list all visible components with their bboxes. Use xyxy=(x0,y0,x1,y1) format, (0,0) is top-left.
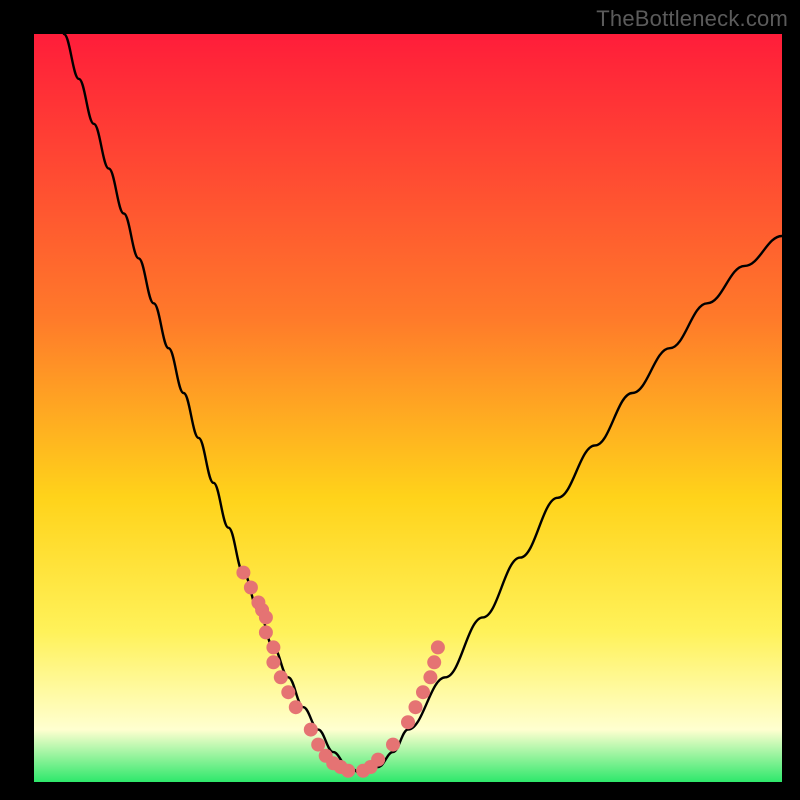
marker-dot xyxy=(341,764,355,778)
marker-dot xyxy=(266,655,280,669)
marker-dot xyxy=(401,715,415,729)
marker-dot xyxy=(386,738,400,752)
marker-dot xyxy=(371,753,385,767)
marker-dot xyxy=(304,723,318,737)
marker-dot xyxy=(266,640,280,654)
marker-dot xyxy=(259,610,273,624)
marker-dot xyxy=(244,581,258,595)
watermark-text: TheBottleneck.com xyxy=(596,6,788,32)
marker-dot xyxy=(281,685,295,699)
marker-dot xyxy=(289,700,303,714)
marker-dot xyxy=(236,566,250,580)
chart-plot-area xyxy=(34,34,782,782)
marker-dot xyxy=(427,655,441,669)
marker-dot xyxy=(274,670,288,684)
chart-svg xyxy=(34,34,782,782)
marker-dot xyxy=(259,625,273,639)
marker-dot xyxy=(409,700,423,714)
marker-dot xyxy=(423,670,437,684)
marker-dot xyxy=(416,685,430,699)
chart-frame: TheBottleneck.com xyxy=(0,0,800,800)
gradient-background xyxy=(34,34,782,782)
marker-dot xyxy=(431,640,445,654)
